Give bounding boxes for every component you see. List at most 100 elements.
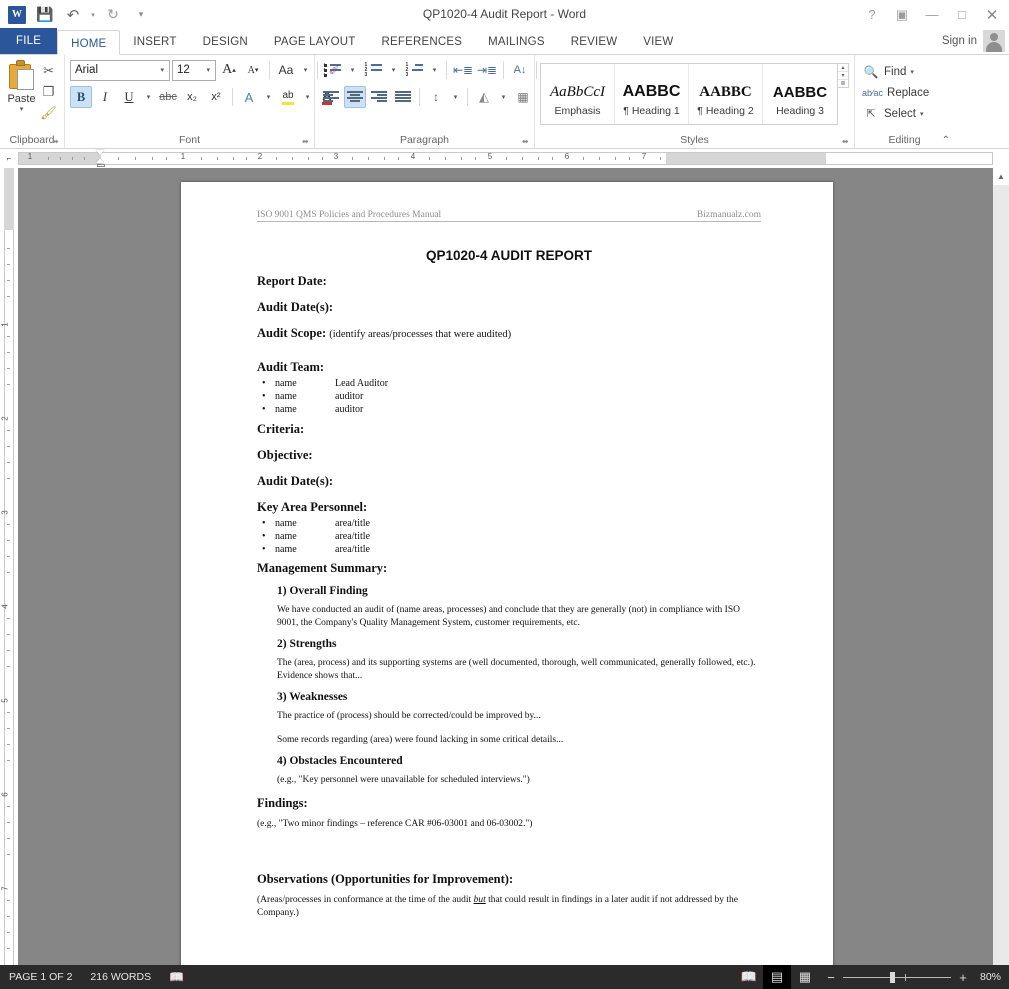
text-effects-caret-icon[interactable]: ▾: [262, 86, 275, 108]
vertical-scrollbar[interactable]: [993, 168, 1009, 965]
proofing-errors-icon[interactable]: 📖: [160, 965, 193, 989]
decrease-indent-icon[interactable]: ⇤≣: [452, 59, 474, 81]
styles-scroll-up-icon[interactable]: ▴: [838, 64, 848, 72]
close-icon[interactable]: ✕: [977, 2, 1007, 28]
style-item-emphasis[interactable]: AaBbCcI Emphasis: [541, 64, 615, 124]
collapse-ribbon-icon[interactable]: ⌃: [942, 135, 950, 146]
minimize-icon[interactable]: —: [917, 2, 947, 28]
tab-insert[interactable]: INSERT: [120, 29, 189, 54]
shading-caret-icon[interactable]: ▾: [497, 86, 510, 108]
shrink-font-icon[interactable]: A ▾: [242, 59, 264, 81]
zoom-thumb[interactable]: [890, 972, 895, 983]
tab-review[interactable]: REVIEW: [558, 29, 631, 54]
zoom-track[interactable]: [843, 977, 951, 978]
increase-indent-icon[interactable]: ⇥≣: [476, 59, 498, 81]
document-header[interactable]: ISO 9001 QMS Policies and Procedures Man…: [257, 210, 761, 222]
change-case-icon[interactable]: Aa: [275, 59, 297, 81]
cut-icon[interactable]: ✂: [39, 61, 59, 80]
bullets-caret-icon[interactable]: ▾: [346, 59, 359, 81]
underline-button[interactable]: U: [118, 86, 140, 108]
paste-button[interactable]: Paste ▾: [5, 58, 38, 122]
superscript-button[interactable]: x²: [205, 86, 227, 108]
horizontal-ruler[interactable]: 1 1 2 3 4 5 6 7: [18, 149, 1009, 168]
line-spacing-icon[interactable]: ↕: [425, 86, 447, 108]
find-button[interactable]: 🔍 Find ▾: [860, 61, 914, 82]
multilevel-list-icon[interactable]: 123: [402, 59, 426, 81]
paragraph-dialog-launcher[interactable]: ⬌: [522, 137, 532, 147]
zoom-out-button[interactable]: −: [825, 970, 837, 985]
align-center-button[interactable]: [344, 86, 366, 108]
justify-button[interactable]: [392, 86, 414, 108]
bullets-icon[interactable]: • • •: [320, 59, 344, 81]
ribbon-display-options-icon[interactable]: ▣: [887, 2, 917, 28]
sign-in-link[interactable]: Sign in: [942, 35, 977, 47]
select-button[interactable]: ⇱ Select ▾: [860, 103, 923, 124]
text-effects-icon[interactable]: A: [238, 86, 260, 108]
tab-stop-icon[interactable]: ⌐: [0, 149, 18, 168]
find-caret-icon[interactable]: ▾: [910, 68, 914, 76]
tab-mailings[interactable]: MAILINGS: [475, 29, 558, 54]
undo-icon[interactable]: ↶: [60, 3, 86, 27]
page-status[interactable]: PAGE 1 OF 2: [0, 965, 81, 989]
web-layout-button[interactable]: ▦: [791, 965, 819, 989]
select-caret-icon[interactable]: ▾: [920, 110, 924, 118]
print-layout-button[interactable]: ▤: [763, 965, 791, 989]
numbering-caret-icon[interactable]: ▾: [387, 59, 400, 81]
tab-references[interactable]: REFERENCES: [369, 29, 476, 54]
styles-more-icon[interactable]: ≣: [838, 80, 848, 87]
numbering-icon[interactable]: 123: [361, 59, 385, 81]
align-left-button[interactable]: [320, 86, 342, 108]
bold-button[interactable]: B: [70, 86, 92, 108]
font-size-combo[interactable]: 12 ▾: [172, 60, 216, 81]
zoom-level[interactable]: 80%: [977, 971, 1009, 983]
styles-scroll-down-icon[interactable]: ▾: [838, 72, 848, 80]
highlight-caret-icon[interactable]: ▾: [301, 86, 314, 108]
style-item-heading-2[interactable]: AABBC ¶ Heading 2: [689, 64, 763, 124]
avatar[interactable]: [983, 30, 1005, 52]
format-painter-icon[interactable]: 🖌: [39, 103, 59, 122]
zoom-in-button[interactable]: +: [957, 970, 969, 985]
font-name-combo[interactable]: Arial ▾: [70, 60, 170, 81]
save-icon[interactable]: 💾: [32, 3, 58, 27]
font-dialog-launcher[interactable]: ⬌: [302, 137, 312, 147]
copy-icon[interactable]: ❐: [39, 82, 59, 101]
help-icon[interactable]: ?: [857, 2, 887, 28]
style-item-heading-3[interactable]: AABBC Heading 3: [763, 64, 837, 124]
read-mode-button[interactable]: 📖: [735, 965, 763, 989]
italic-button[interactable]: I: [94, 86, 116, 108]
vertical-ruler[interactable]: 1 2 3 4 5 6 7 8: [0, 168, 18, 965]
zoom-slider[interactable]: − +: [819, 970, 977, 985]
tab-file[interactable]: FILE: [0, 28, 57, 54]
subscript-button[interactable]: x₂: [181, 86, 203, 108]
style-item-heading-1[interactable]: AABBC ¶ Heading 1: [615, 64, 689, 124]
change-case-caret-icon[interactable]: ▾: [299, 59, 312, 81]
redo-icon[interactable]: ↻: [100, 3, 126, 27]
word-count[interactable]: 216 WORDS: [81, 965, 160, 989]
scroll-up-icon[interactable]: ▲: [993, 168, 1009, 185]
undo-dropdown-icon[interactable]: ▾: [88, 3, 98, 27]
tab-design[interactable]: DESIGN: [190, 29, 261, 54]
strikethrough-button[interactable]: abc: [157, 86, 179, 108]
customize-qat-icon[interactable]: ▾: [128, 3, 154, 27]
replace-button[interactable]: ab⁄ac Replace: [860, 82, 929, 103]
restore-icon[interactable]: □: [947, 2, 977, 28]
word-logo-icon[interactable]: W: [4, 3, 30, 27]
styles-dialog-launcher[interactable]: ⬌: [842, 137, 852, 147]
shading-icon[interactable]: ◭: [473, 86, 495, 108]
document-page[interactable]: ISO 9001 QMS Policies and Procedures Man…: [181, 182, 833, 965]
align-right-button[interactable]: [368, 86, 390, 108]
tab-home[interactable]: HOME: [57, 30, 120, 55]
tab-page-layout[interactable]: PAGE LAYOUT: [261, 29, 369, 54]
sort-icon[interactable]: A↓: [509, 59, 531, 81]
borders-icon[interactable]: ▦: [512, 86, 534, 108]
line-spacing-caret-icon[interactable]: ▾: [449, 86, 462, 108]
text-highlight-icon[interactable]: ab: [277, 86, 299, 108]
indent-markers[interactable]: [96, 150, 105, 167]
grow-font-icon[interactable]: A ▴: [218, 59, 240, 81]
paste-dropdown-icon[interactable]: ▾: [20, 106, 24, 113]
multilevel-caret-icon[interactable]: ▾: [428, 59, 441, 81]
tab-view[interactable]: VIEW: [630, 29, 686, 54]
underline-caret-icon[interactable]: ▾: [142, 86, 155, 108]
clipboard-dialog-launcher[interactable]: ⬌: [52, 137, 62, 147]
document-canvas[interactable]: ISO 9001 QMS Policies and Procedures Man…: [18, 168, 1009, 965]
